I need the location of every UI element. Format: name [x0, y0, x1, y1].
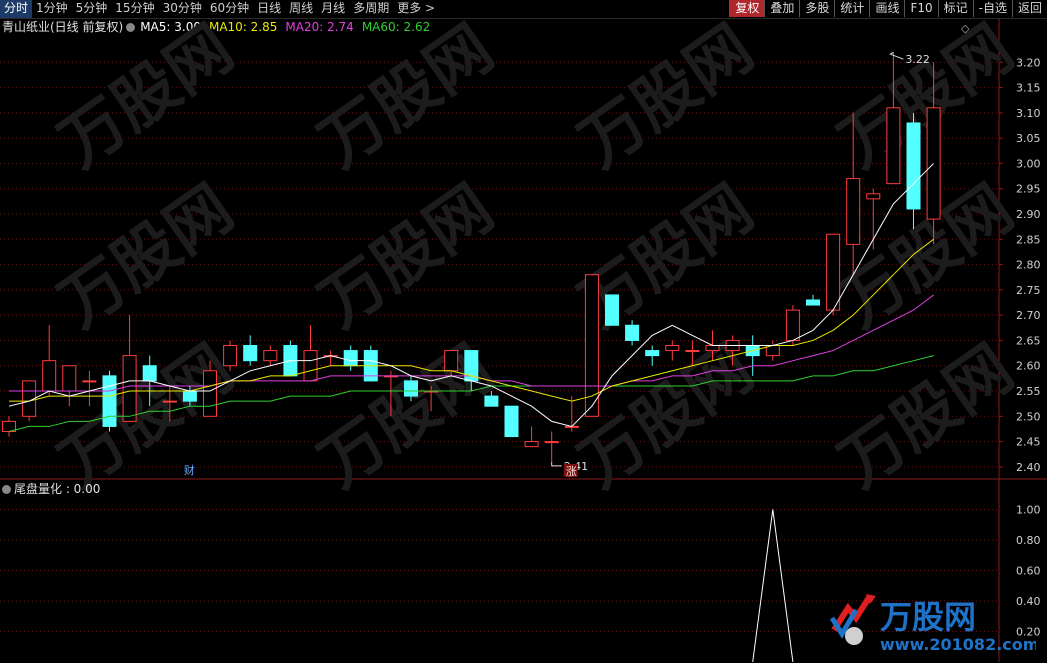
- tab-period-8[interactable]: 月线: [317, 0, 349, 18]
- candle-body-up: [665, 345, 680, 352]
- toolbar-button-5[interactable]: F10: [904, 0, 937, 17]
- candle-body-down: [142, 365, 157, 382]
- watermark-text: 万股网: [47, 19, 247, 182]
- period-toolbar: 分时 1分钟 5分钟 15分钟 30分钟 60分钟 日线 周线 月线 多周期 更多 > 复权 叠加 多股…: [0, 0, 1047, 19]
- toolbar-button-1[interactable]: 叠加: [764, 0, 799, 17]
- toolbar-button-2[interactable]: 多股: [799, 0, 834, 17]
- tab-period-5[interactable]: 60分钟: [206, 0, 253, 18]
- candle-body-up: [62, 365, 77, 392]
- tab-period-2[interactable]: 5分钟: [72, 0, 112, 18]
- candle-body-up: [42, 360, 57, 392]
- candle-body-up: [705, 345, 720, 352]
- brand-logo: 万股网 www.201082.com: [826, 590, 1039, 660]
- y-tick-label: 2.70: [1016, 309, 1041, 322]
- candle-body-down: [243, 345, 258, 362]
- high-annotation: 3.22: [905, 53, 930, 66]
- diamond-icon[interactable]: ◇: [961, 22, 969, 35]
- toolbar-button-8[interactable]: 返回: [1011, 0, 1047, 17]
- y-tick-label: 2.60: [1016, 360, 1041, 373]
- candle-body-up: [82, 380, 97, 383]
- toolbar-button-7[interactable]: -自选: [972, 0, 1012, 17]
- candle-body-up: [524, 441, 539, 448]
- tab-period-10[interactable]: 更多 >: [393, 0, 439, 18]
- candle-body-up: [223, 345, 238, 367]
- tab-period-0[interactable]: 分时: [0, 0, 33, 18]
- y-tick-label: 2.90: [1016, 208, 1041, 221]
- candle-body-up: [203, 370, 217, 417]
- candle-body-up: [785, 309, 800, 341]
- candle-body-down: [504, 405, 519, 438]
- stock-chart-app: 分时 1分钟 5分钟 15分钟 30分钟 60分钟 日线 周线 月线 多周期 更多 > 复权 叠加 多股…: [0, 0, 1047, 662]
- candle-body-up: [444, 350, 459, 372]
- low-marker-line: [551, 461, 562, 467]
- tab-period-1[interactable]: 1分钟: [32, 0, 72, 18]
- event-marker-zhang: 涨: [566, 465, 577, 478]
- toolbar-button-6[interactable]: 标记: [937, 0, 973, 17]
- candle-body-up: [886, 107, 901, 185]
- candle-body-down: [182, 390, 197, 402]
- watermark-text: 万股网: [567, 19, 767, 182]
- sub-y-tick-label: 0.60: [1016, 565, 1041, 578]
- candle-body-up: [826, 233, 841, 311]
- candle-body-down: [806, 299, 820, 306]
- tab-period-4[interactable]: 30分钟: [159, 0, 206, 18]
- watermark-text: 万股网: [827, 19, 1027, 182]
- tab-period-7[interactable]: 周线: [285, 0, 317, 18]
- candle-body-down: [605, 294, 619, 326]
- tab-period-3[interactable]: 15分钟: [111, 0, 158, 18]
- candle-body-down: [102, 375, 117, 427]
- y-tick-label: 2.50: [1016, 410, 1041, 423]
- candle-body-down: [645, 350, 660, 357]
- candle-body-down: [343, 350, 358, 367]
- candle-body-up: [584, 274, 599, 417]
- y-tick-label: 2.80: [1016, 259, 1041, 272]
- indicator-selector-icon[interactable]: [2, 485, 11, 494]
- watermark-text: 万股网: [307, 171, 507, 342]
- toolbar-button-3[interactable]: 统计: [834, 0, 869, 17]
- candle-body-down: [906, 122, 921, 210]
- sub-y-tick-label: 0.80: [1016, 534, 1041, 547]
- high-marker-line: [889, 51, 904, 60]
- candle-body-up: [685, 350, 700, 353]
- y-tick-label: 2.45: [1016, 436, 1041, 449]
- y-tick-label: 3.15: [1016, 82, 1041, 95]
- y-tick-label: 3.05: [1016, 132, 1041, 145]
- period-tabs: 分时 1分钟 5分钟 15分钟 30分钟 60分钟 日线 周线 月线 多周期 更多 >: [0, 0, 439, 18]
- candle-body-up: [122, 355, 137, 422]
- indicator-value: 尾盘量化 : 0.00: [14, 482, 101, 496]
- candle-body-up: [263, 350, 278, 362]
- candle-body-down: [625, 324, 640, 341]
- y-tick-label: 2.75: [1016, 284, 1041, 297]
- kline-chart[interactable]: 2.402.452.502.552.602.652.702.752.802.85…: [0, 19, 1047, 662]
- logo-graphic: 万股网 www.201082.com: [829, 594, 1039, 654]
- watermark-text: 万股网: [307, 19, 507, 182]
- watermark-text: 万股网: [47, 171, 247, 342]
- y-tick-label: 2.95: [1016, 183, 1041, 196]
- candle-body-down: [404, 380, 418, 397]
- indicator-label: 尾盘量化 : 0.00: [2, 480, 100, 497]
- y-tick-label: 3.10: [1016, 107, 1041, 120]
- candle-body-down: [484, 395, 499, 407]
- y-tick-label: 3.00: [1016, 157, 1041, 170]
- logo-url-text: www.201082.com: [880, 635, 1036, 654]
- y-tick-label: 2.65: [1016, 334, 1041, 347]
- y-tick-label: 2.40: [1016, 461, 1041, 474]
- candle-body-up: [866, 193, 881, 200]
- tab-period-9[interactable]: 多周期: [349, 0, 393, 18]
- logo-brand-text: 万股网: [880, 598, 976, 636]
- toolbar-button-0[interactable]: 复权: [729, 0, 765, 17]
- indicator-spike: [752, 509, 794, 662]
- candle-body-up: [303, 350, 318, 382]
- candle-body-up: [544, 441, 559, 444]
- function-buttons: 复权 叠加 多股 统计 画线 F10 标记 -自选 返回: [729, 0, 1047, 18]
- candle-body-up: [162, 400, 177, 403]
- candle-body-up: [846, 178, 861, 245]
- tab-period-6[interactable]: 日线: [253, 0, 285, 18]
- toolbar-button-4[interactable]: 画线: [869, 0, 904, 17]
- event-marker-cai: 财: [184, 463, 195, 477]
- sub-y-tick-label: 1.00: [1016, 504, 1041, 517]
